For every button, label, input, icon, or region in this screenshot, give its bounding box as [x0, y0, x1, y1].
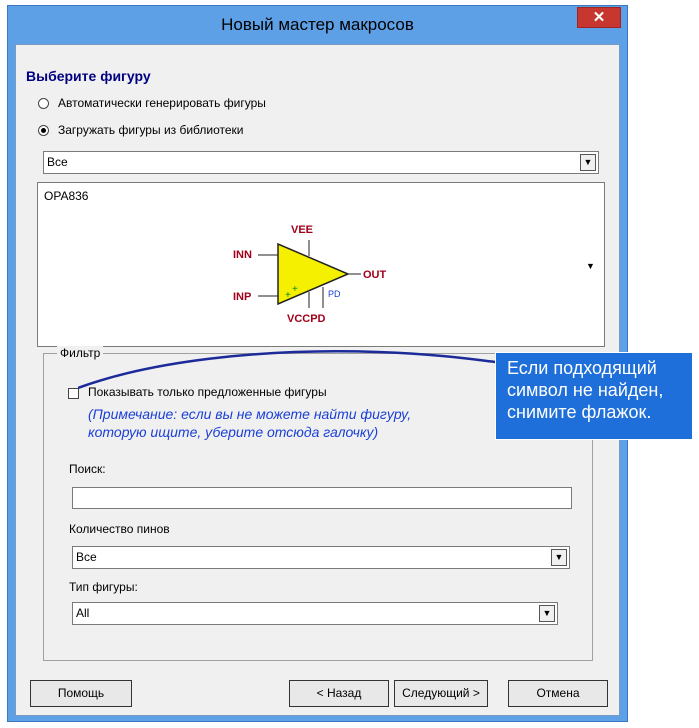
hint-callout: Если подходящий символ не найден, снимит…: [495, 352, 693, 440]
cancel-button[interactable]: Отмена: [508, 680, 608, 707]
pin-count-label: Количество пинов: [69, 522, 170, 536]
pin-count-value: Все: [76, 550, 97, 564]
svg-text:+: +: [292, 284, 298, 295]
library-combo-value: Все: [47, 155, 68, 169]
note-line-2: которую ищите, уберите отсюда галочку): [88, 424, 379, 440]
shape-preview[interactable]: OPA836 + + VEE INN INP OUT VCCPD PD ▼: [37, 182, 605, 347]
window-title: Новый мастер макросов: [221, 15, 414, 34]
callout-pointer: [78, 350, 497, 390]
shape-type-label: Тип фигуры:: [69, 580, 138, 594]
radio-load-library-label: Загружать фигуры из библиотеки: [58, 123, 244, 137]
part-name: OPA836: [44, 189, 89, 203]
search-label: Поиск:: [69, 462, 106, 476]
library-combo[interactable]: Все ▼: [43, 151, 599, 174]
pin-count-combo[interactable]: Все ▼: [72, 546, 570, 569]
note-line-1: (Примечание: если вы не можете найти фиг…: [88, 406, 412, 422]
pin-label-inn: INN: [233, 249, 252, 261]
pin-label-vee: VEE: [291, 224, 313, 236]
opamp-symbol: + + VEE INN INP OUT VCCPD PD: [233, 224, 387, 325]
pin-label-vccpd: VCCPD: [287, 313, 326, 325]
chevron-down-icon[interactable]: ▼: [539, 605, 555, 622]
back-button[interactable]: < Назад: [289, 680, 389, 707]
radio-load-library[interactable]: [38, 125, 49, 136]
help-button[interactable]: Помощь: [30, 680, 132, 707]
chevron-down-icon[interactable]: ▼: [551, 549, 567, 566]
search-input[interactable]: [72, 487, 572, 509]
chevron-down-icon[interactable]: ▼: [580, 154, 596, 171]
callout-line-2: символ не найден,: [507, 380, 664, 400]
close-button[interactable]: ✕: [577, 7, 621, 28]
radio-auto-generate[interactable]: [38, 98, 49, 109]
shape-type-combo[interactable]: All ▼: [72, 602, 558, 625]
pin-label-pd: PD: [328, 289, 341, 299]
callout-line-1: Если подходящий: [507, 358, 657, 378]
svg-text:+: +: [285, 290, 291, 301]
section-heading: Выберите фигуру: [26, 68, 151, 84]
next-button[interactable]: Следующий >: [394, 680, 488, 707]
title-bar[interactable]: Новый мастер макросов ✕: [8, 6, 627, 44]
pin-label-inp: INP: [233, 291, 251, 303]
pin-label-out: OUT: [363, 269, 387, 281]
shape-type-value: All: [76, 606, 90, 620]
radio-auto-generate-label: Автоматически генерировать фигуры: [58, 96, 266, 110]
callout-line-3: снимите флажок.: [507, 402, 652, 422]
close-icon: ✕: [592, 9, 606, 26]
preview-chevron-down-icon[interactable]: ▼: [586, 261, 595, 271]
